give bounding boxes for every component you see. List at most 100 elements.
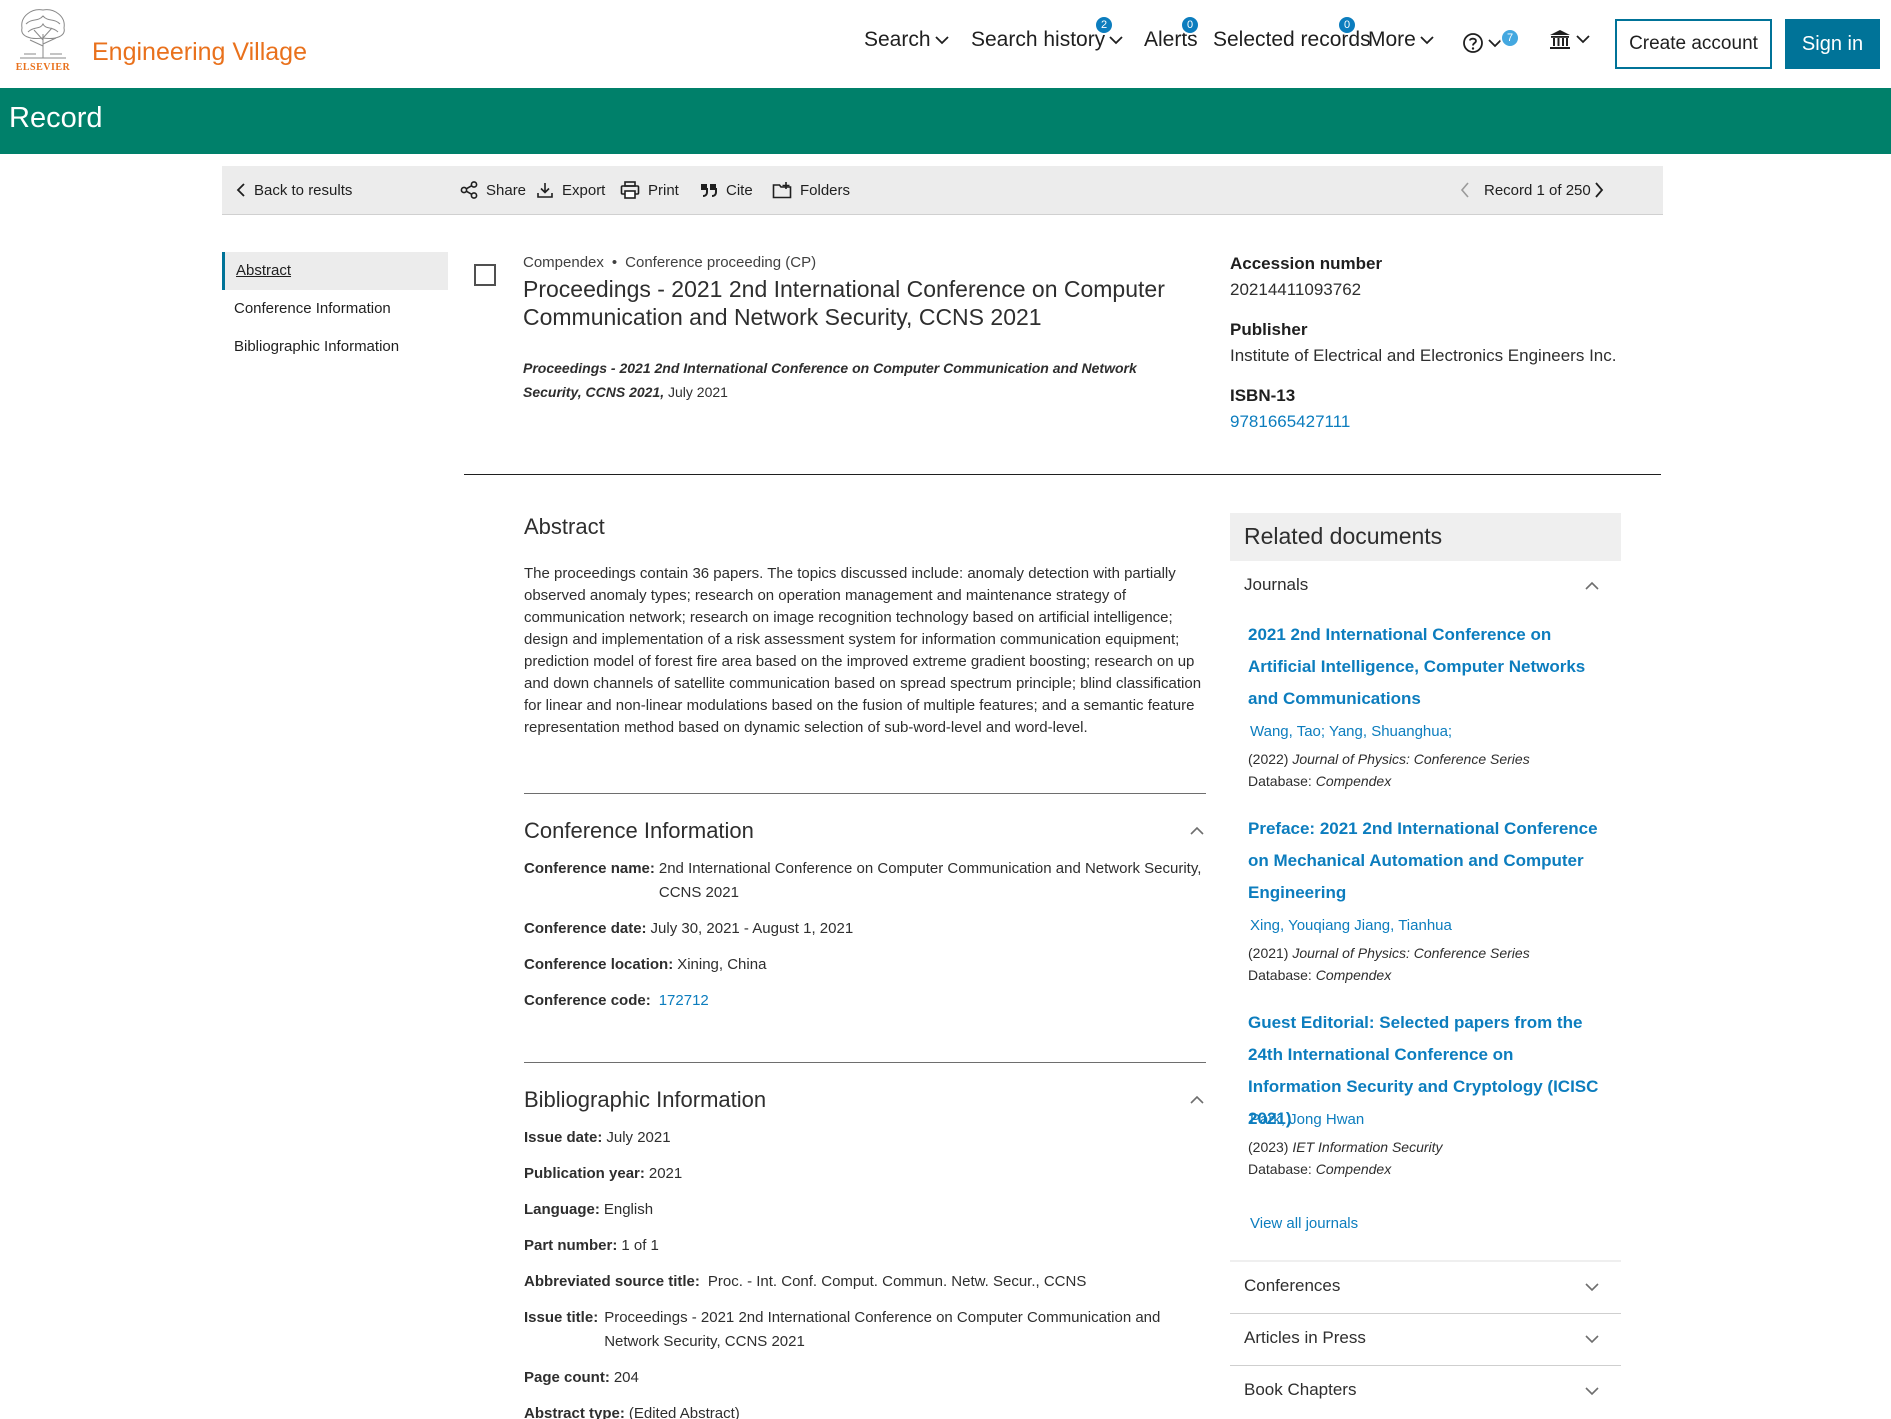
back-to-results-button[interactable]: Back to results: [236, 166, 352, 214]
chevron-down-icon: [1576, 35, 1590, 44]
page-count-field: Page count: 204: [524, 1366, 639, 1390]
conference-date-field: Conference date: July 30, 2021 - August …: [524, 917, 853, 941]
issue-title-value: Proceedings - 2021 2nd International Con…: [604, 1309, 1161, 1350]
help-badge: 7: [1500, 28, 1520, 48]
page-title-band: Record: [0, 88, 1891, 154]
publication-year-value: 2021: [648, 1165, 683, 1182]
language-label: Language:: [524, 1201, 600, 1218]
related-doc-authors[interactable]: Wang, Tao; Yang, Shuanghua;: [1250, 723, 1452, 740]
journals-group-label[interactable]: Journals: [1244, 575, 1308, 595]
related-doc-database: Database: Compendex: [1248, 1161, 1391, 1177]
language-value: English: [603, 1201, 654, 1218]
chevron-up-icon[interactable]: [1190, 826, 1204, 836]
print-label: Print: [648, 181, 679, 199]
folders-label: Folders: [800, 181, 851, 199]
document-type: Conference proceeding (CP): [625, 254, 817, 271]
brand-name[interactable]: Engineering Village: [92, 38, 307, 67]
select-record-checkbox[interactable]: [474, 264, 496, 286]
nav-institution[interactable]: [1548, 28, 1590, 50]
nav-more-label: More: [1368, 28, 1416, 51]
related-doc-title[interactable]: Preface: 2021 2nd International Conferen…: [1248, 813, 1608, 909]
nav-help[interactable]: [1462, 32, 1502, 54]
nav-search[interactable]: Search: [864, 28, 949, 52]
record-identifiers: Accession number 20214411093762 Publishe…: [1230, 254, 1650, 432]
publication-year-field: Publication year: 2021: [524, 1162, 682, 1186]
related-doc-db-name: Compendex: [1315, 773, 1392, 789]
related-doc-journal: (2022) Journal of Physics: Conference Se…: [1248, 751, 1530, 767]
folder-add-icon: [772, 182, 792, 199]
related-doc-authors[interactable]: Park, Jong Hwan: [1250, 1111, 1364, 1128]
related-doc-db-label: Database:: [1248, 1161, 1312, 1177]
section-nav-conference[interactable]: Conference Information: [222, 290, 448, 328]
related-doc-db-label: Database:: [1248, 773, 1312, 789]
previous-record-icon[interactable]: [1460, 181, 1470, 199]
related-doc-year: (2023): [1248, 1139, 1289, 1155]
conference-location-field: Conference location: Xining, China: [524, 953, 766, 977]
cite-button[interactable]: Cite: [700, 166, 753, 214]
book-chapters-group-label: Book Chapters: [1244, 1380, 1357, 1399]
related-doc-db-name: Compendex: [1315, 1161, 1392, 1177]
book-chapters-group[interactable]: Book Chapters: [1230, 1366, 1621, 1416]
divider: [524, 1062, 1206, 1063]
conference-name-value: 2nd International Conference on Computer…: [658, 860, 1202, 901]
related-doc-journal: (2023) IET Information Security: [1248, 1139, 1443, 1155]
isbn-link[interactable]: 9781665427111: [1230, 412, 1350, 431]
elsevier-tree-icon: [20, 9, 66, 59]
related-doc-journal-name: Journal of Physics: Conference Series: [1292, 945, 1530, 961]
related-doc-title[interactable]: 2021 2nd International Conference on Art…: [1248, 619, 1608, 715]
issue-date-label: Issue date:: [524, 1129, 603, 1146]
chevron-up-icon[interactable]: [1190, 1095, 1204, 1105]
record-meta: Compendex • Conference proceeding (CP): [523, 254, 816, 271]
selected-records-badge: 0: [1337, 15, 1357, 35]
conference-name-field: Conference name: 2nd International Confe…: [524, 857, 1206, 905]
source-date: July 2021: [668, 384, 728, 400]
publication-year-label: Publication year:: [524, 1165, 645, 1182]
share-label: Share: [486, 181, 527, 199]
collapsed-groups: Conferences Articles in Press Book Chapt…: [1230, 1262, 1621, 1419]
conference-date-label: Conference date:: [524, 920, 647, 937]
related-doc-journal: (2021) Journal of Physics: Conference Se…: [1248, 945, 1530, 961]
issue-date-value: July 2021: [606, 1129, 671, 1146]
folders-button[interactable]: Folders: [772, 166, 850, 214]
page-title: Record: [9, 102, 103, 134]
nav-more[interactable]: More: [1368, 28, 1434, 52]
accession-value: 20214411093762: [1230, 280, 1362, 299]
abstract-type-label: Abstract type:: [524, 1405, 625, 1419]
search-history-badge: 2: [1094, 15, 1114, 35]
sign-in-button[interactable]: Sign in: [1785, 19, 1880, 69]
chevron-down-icon: [934, 36, 949, 45]
back-to-results-label: Back to results: [254, 181, 353, 199]
articles-in-press-group[interactable]: Articles in Press: [1230, 1314, 1621, 1364]
export-button[interactable]: Export: [536, 166, 605, 214]
elsevier-logo[interactable]: ELSEVIER: [10, 6, 76, 74]
view-all-journals-link[interactable]: View all journals: [1250, 1215, 1358, 1232]
related-doc-database: Database: Compendex: [1248, 773, 1391, 789]
share-icon: [460, 181, 478, 199]
nav-search-history-label: Search history: [971, 28, 1106, 51]
conferences-group[interactable]: Conferences: [1230, 1262, 1621, 1312]
print-button[interactable]: Print: [620, 166, 679, 214]
articles-in-press-group-label: Articles in Press: [1244, 1328, 1366, 1347]
bibliographic-info-heading: Bibliographic Information: [524, 1087, 767, 1112]
section-nav-abstract[interactable]: Abstract: [222, 252, 448, 290]
next-record-icon[interactable]: [1594, 181, 1604, 199]
language-field: Language: English: [524, 1198, 653, 1222]
related-doc-db-label: Database:: [1248, 967, 1312, 983]
create-account-button[interactable]: Create account: [1615, 19, 1772, 69]
elsevier-wordmark: ELSEVIER: [15, 62, 71, 73]
related-doc-authors[interactable]: Xing, Youqiang Jiang, Tianhua: [1250, 917, 1452, 934]
abbreviated-title-label: Abbreviated source title:: [524, 1273, 700, 1290]
share-button[interactable]: Share: [460, 166, 526, 214]
conference-code-link[interactable]: 172712: [659, 989, 709, 1013]
publisher-value: Institute of Electrical and Electronics …: [1230, 346, 1617, 365]
chevron-up-icon[interactable]: [1585, 581, 1599, 591]
export-icon: [537, 183, 553, 198]
related-doc-year: (2022): [1248, 751, 1289, 767]
section-nav-bibliographic[interactable]: Bibliographic Information: [222, 328, 448, 366]
cite-label: Cite: [726, 181, 753, 199]
related-documents-heading: Related documents: [1244, 523, 1443, 549]
conference-code-field: Conference code: 172712: [524, 989, 709, 1013]
part-number-field: Part number: 1 of 1: [524, 1234, 659, 1258]
record-toolbar: Back to results Share Export Print Cite …: [222, 166, 1663, 215]
export-label: Export: [562, 181, 606, 199]
